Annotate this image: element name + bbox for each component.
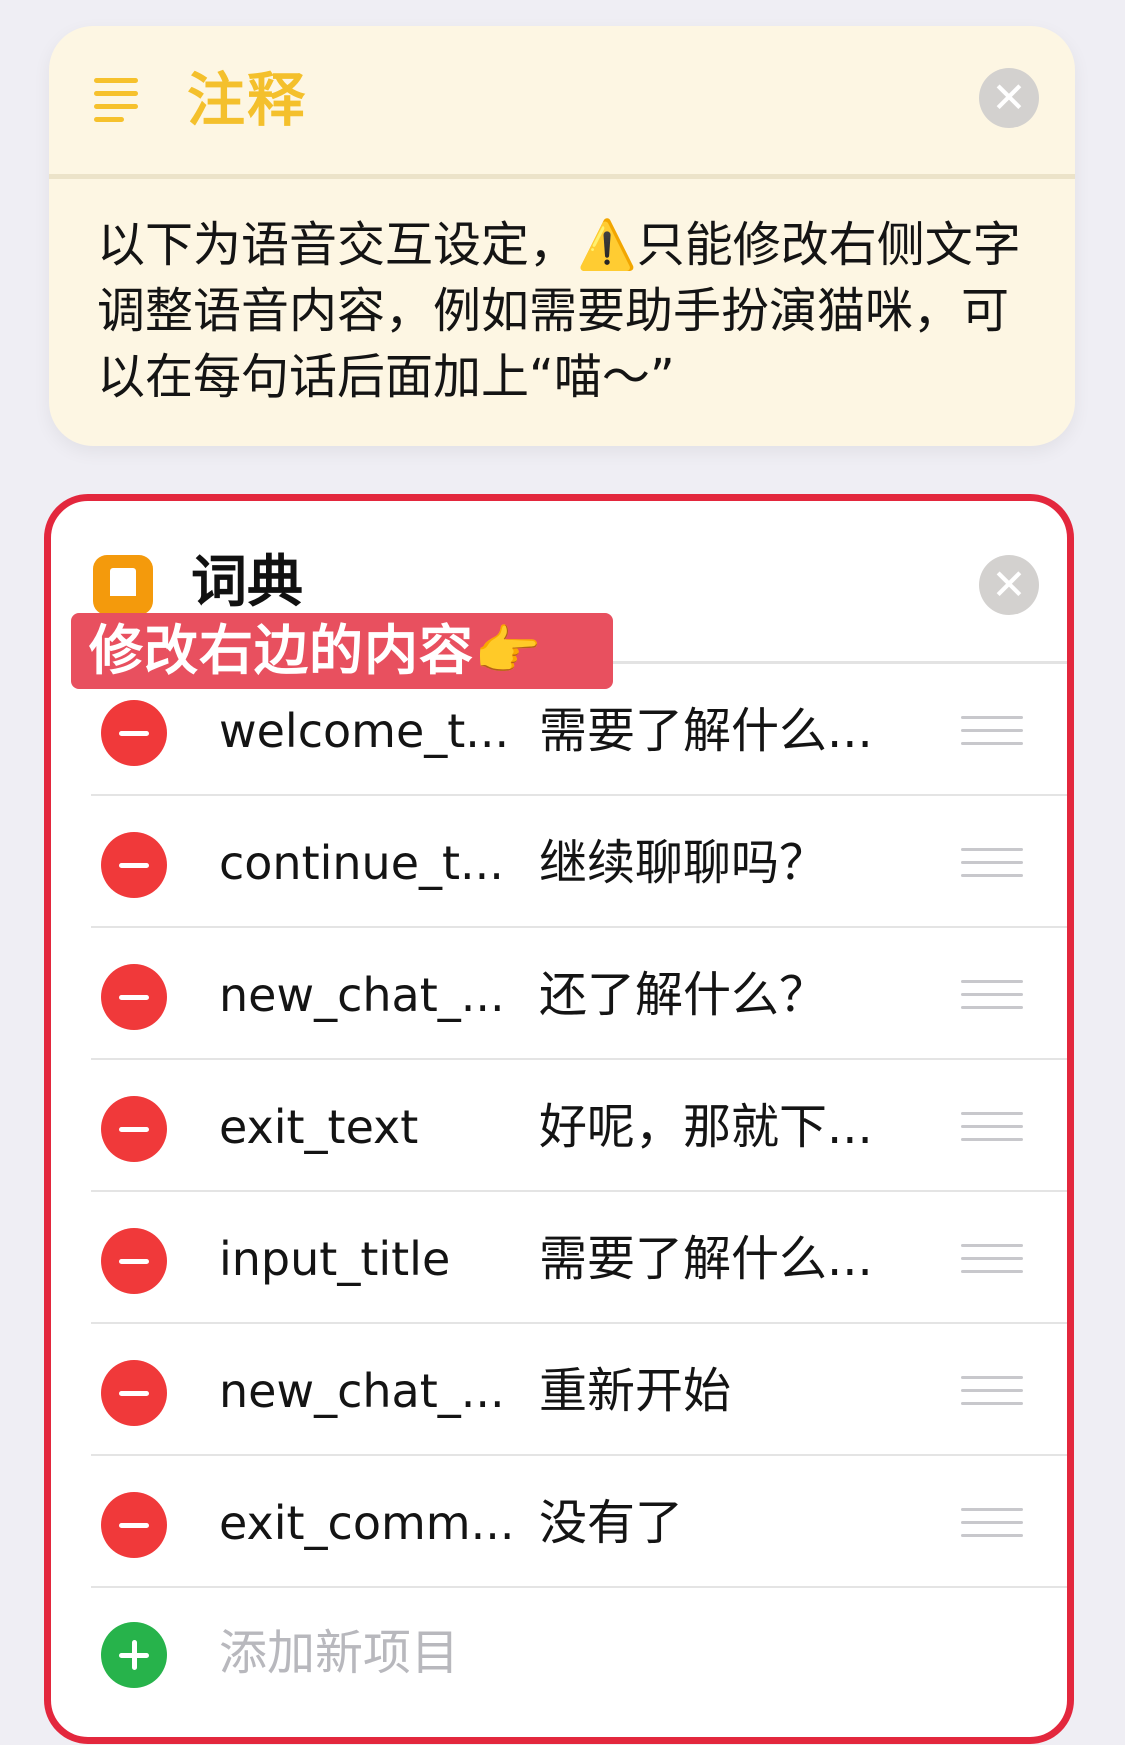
dictionary-row[interactable]: exit_comm... 没有了 — [51, 1456, 1067, 1588]
item-key-field[interactable]: welcome_t... — [219, 700, 509, 762]
comment-header: 注释 ✕ — [49, 26, 1075, 176]
drag-handle-icon[interactable] — [961, 848, 1023, 878]
dictionary-row[interactable]: new_chat_... 还了解什么？ — [51, 928, 1067, 1060]
drag-handle-icon[interactable] — [961, 716, 1023, 746]
close-icon: ✕ — [991, 73, 1027, 122]
drag-handle-icon[interactable] — [961, 1376, 1023, 1406]
comment-card: 注释 ✕ 以下为语音交互设定，⚠️只能修改右侧文字调整语音内容，例如需要助手扮演… — [49, 26, 1075, 446]
minus-circle-icon[interactable] — [101, 832, 167, 898]
drag-handle-icon[interactable] — [961, 1508, 1023, 1538]
comment-title: 注释 — [187, 66, 308, 134]
dictionary-items-list: welcome_t... 需要了解什么... continue_t... 继续聊聊吗？… — [51, 664, 1067, 1718]
add-item-row[interactable]: 添加新项目 — [51, 1588, 1067, 1718]
dictionary-row[interactable]: exit_text 好呢，那就下... — [51, 1060, 1067, 1192]
drag-handle-icon[interactable] — [961, 980, 1023, 1010]
item-value-field[interactable]: 好呢，那就下... — [539, 1096, 909, 1158]
text-lines-icon — [94, 78, 146, 122]
item-value-field[interactable]: 继续聊聊吗？ — [539, 832, 909, 894]
dictionary-row[interactable]: continue_t... 继续聊聊吗？ — [51, 796, 1067, 928]
item-key-field[interactable]: new_chat_... — [219, 964, 509, 1026]
comment-body-text: 以下为语音交互设定，⚠️只能修改右侧文字调整语音内容，例如需要助手扮演猫咪，可以… — [97, 217, 1021, 405]
minus-circle-icon[interactable] — [101, 1360, 167, 1426]
comment-divider — [49, 174, 1075, 179]
item-key-field[interactable]: exit_text — [219, 1096, 509, 1158]
minus-circle-icon[interactable] — [101, 1228, 167, 1294]
item-key-field[interactable]: new_chat_... — [219, 1360, 509, 1422]
item-key-field[interactable]: exit_comm... — [219, 1492, 514, 1554]
minus-circle-icon[interactable] — [101, 1492, 167, 1558]
item-key-field[interactable]: input_title — [219, 1228, 509, 1290]
item-value-field[interactable]: 重新开始 — [539, 1360, 909, 1422]
book-icon — [93, 555, 153, 615]
comment-close-button[interactable]: ✕ — [979, 68, 1039, 128]
item-value-field[interactable]: 没有了 — [539, 1492, 909, 1554]
dictionary-row[interactable]: input_title 需要了解什么... — [51, 1192, 1067, 1324]
plus-circle-icon[interactable] — [101, 1622, 167, 1688]
drag-handle-icon[interactable] — [961, 1244, 1023, 1274]
dictionary-row[interactable]: welcome_t... 需要了解什么... — [51, 664, 1067, 796]
item-value-field[interactable]: 还了解什么？ — [539, 964, 909, 1026]
dictionary-title: 词典 — [191, 550, 303, 615]
item-value-field[interactable]: 需要了解什么... — [539, 700, 909, 762]
item-value-field[interactable]: 需要了解什么... — [539, 1228, 909, 1290]
dictionary-row[interactable]: new_chat_... 重新开始 — [51, 1324, 1067, 1456]
dictionary-close-button[interactable]: ✕ — [979, 555, 1039, 615]
minus-circle-icon[interactable] — [101, 1096, 167, 1162]
add-item-label[interactable]: 添加新项目 — [219, 1622, 459, 1684]
close-icon: ✕ — [991, 560, 1027, 609]
minus-circle-icon[interactable] — [101, 700, 167, 766]
dictionary-card: 词典 ✕ 修改右边的内容👉 welcome_t... 需要了解什么... conti… — [44, 494, 1074, 1744]
item-key-field[interactable]: continue_t... — [219, 832, 509, 894]
minus-circle-icon[interactable] — [101, 964, 167, 1030]
drag-handle-icon[interactable] — [961, 1112, 1023, 1142]
